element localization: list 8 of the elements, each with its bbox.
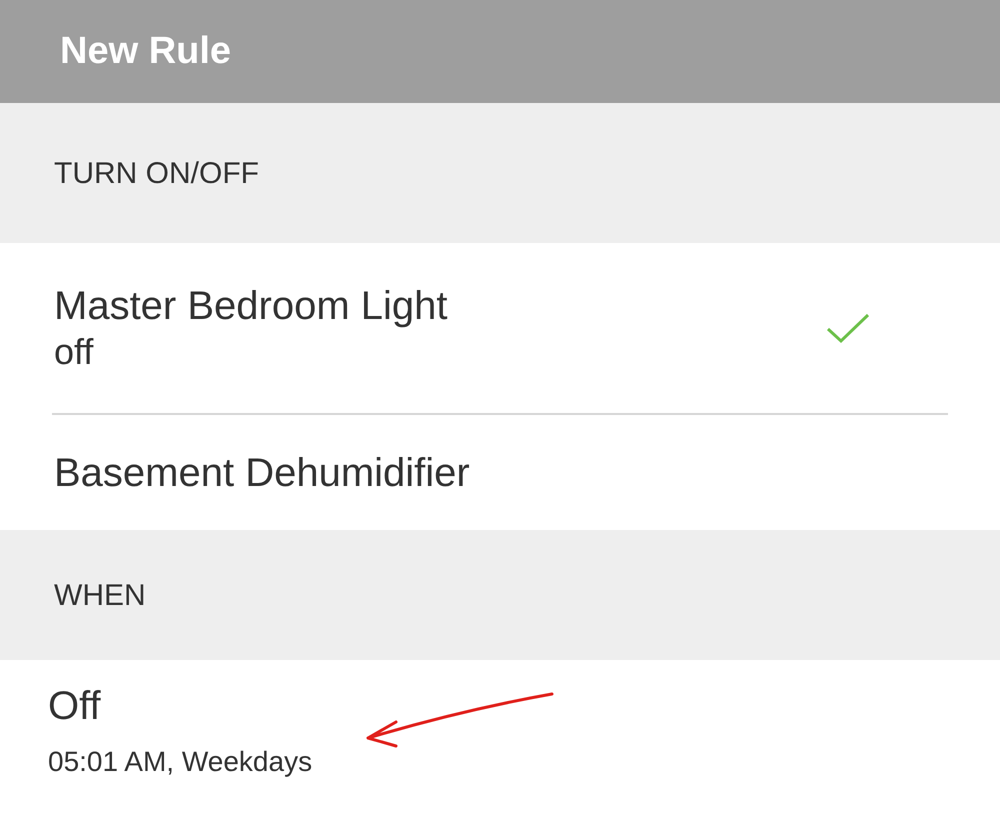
device-name: Basement Dehumidifier [54, 450, 471, 496]
section-title: WHEN [54, 578, 146, 614]
device-name: Master Bedroom Light [54, 283, 449, 330]
schedule-action: Off [48, 683, 102, 730]
section-title: TURN ON/OFF [54, 156, 259, 192]
device-state: off [54, 330, 94, 374]
page-title: New Rule [60, 29, 232, 74]
schedule-time: 05:01 AM, Weekdays [48, 745, 314, 779]
